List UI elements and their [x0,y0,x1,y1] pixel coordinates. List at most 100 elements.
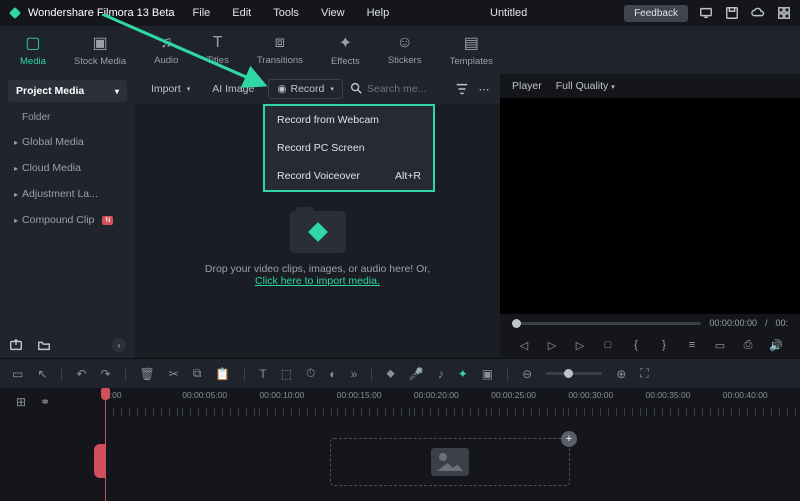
zoom-thumb[interactable] [564,369,573,378]
tab-stock-media[interactable]: ▣Stock Media [74,33,126,67]
timeline-ruler[interactable]: 0:00 00:00:05:00 00:00:10:00 00:00:15:00… [105,388,800,416]
menu-help[interactable]: Help [363,5,394,21]
ruler-mark: 00:00:25:00 [491,388,568,416]
transitions-icon: ⧈ [275,34,285,52]
menu-view[interactable]: View [317,5,349,21]
sidebar-adjustment-layer[interactable]: ▸Adjustment La... [8,181,127,207]
mark-in-button[interactable]: { [629,338,643,352]
import-link[interactable]: Click here to import media. [255,275,380,287]
cut-button[interactable]: ✂ [169,367,179,381]
player-controls: ◁ ▷ ▷ □ { } ≡ ▭ ⎙ 🔊 [500,332,800,358]
tab-transitions[interactable]: ⧈Transitions [257,34,303,66]
sidebar-bottom: ‹ [8,337,126,353]
tabs-bar: ▢Media ▣Stock Media ♫Audio TTitles ⧈Tran… [0,26,800,74]
search-input[interactable] [367,83,447,95]
mic-icon[interactable]: 🎤 [409,367,424,381]
separator [507,367,508,381]
list-icon[interactable]: ≡ [685,338,699,352]
tab-effects[interactable]: ✦Effects [331,33,360,67]
zoom-slider[interactable] [546,372,602,375]
zoom-out-button[interactable]: ⊖ [522,367,532,381]
record-voiceover-item[interactable]: Record VoiceoverAlt+R [265,162,433,190]
snapshot-icon[interactable]: ⎙ [741,338,755,352]
more-tools-icon[interactable]: » [351,367,358,381]
sidebar-project-media[interactable]: Project Media▾ [8,80,127,102]
record-webcam-item[interactable]: Record from Webcam [265,106,433,134]
effects-icon: ✦ [339,33,352,53]
track-add-icon[interactable]: ⊞ [16,395,26,409]
import-button[interactable]: Import▾ [143,80,198,98]
add-clip-button[interactable]: + [561,431,577,447]
feedback-button[interactable]: Feedback [624,5,688,22]
paste-button[interactable]: 📋 [215,367,230,381]
cloud-icon[interactable] [750,5,766,21]
next-frame-button[interactable]: ▷ [573,338,587,352]
sidebar-compound-clip[interactable]: ▸Compound ClipN [8,207,127,233]
time-total: 00: [775,318,788,328]
time-current: 00:00:00:00 [709,318,757,328]
player-header: Player Full Quality ▾ [500,74,800,98]
collapse-sidebar-button[interactable]: ‹ [112,338,126,352]
crop-icon[interactable]: ⬚ [281,367,292,381]
more-icon[interactable]: ⋯ [476,81,492,97]
menu-file[interactable]: File [189,5,215,21]
zoom-in-button[interactable]: ⊕ [616,367,626,381]
prev-frame-button[interactable]: ◁ [517,338,531,352]
sidebar-cloud-media[interactable]: ▸Cloud Media [8,155,127,181]
marker-icon[interactable]: ⬥ [386,366,394,381]
fit-icon[interactable]: ⛶ [640,366,648,381]
ruler-mark: 0:00 [105,388,182,416]
timeline-toolbar: ▭ ↖ ↶ ↷ 🗑 ✂ ⧉ 📋 T ⬚ ⏱ ◐ » ⬥ 🎤 ♪ ✦ ▣ ⊖ ⊕ … [0,358,800,388]
text-icon[interactable]: T [259,367,266,381]
pointer-icon[interactable]: ↖ [37,367,47,381]
scrub-thumb[interactable] [512,319,521,328]
mark-out-button[interactable]: } [657,338,671,352]
monitor-icon[interactable] [698,5,714,21]
tab-titles[interactable]: TTitles [206,34,228,66]
record-screen-item[interactable]: Record PC Screen [265,134,433,162]
music-icon[interactable]: ♪ [438,367,444,381]
chevron-down-icon: ▾ [330,85,334,93]
tab-audio[interactable]: ♫Audio [154,34,178,66]
color-icon[interactable]: ◐ [329,367,336,381]
playhead[interactable] [105,388,106,501]
tab-media[interactable]: ▢Media [20,33,46,67]
sidebar-folder[interactable]: Folder [8,106,127,129]
copy-button[interactable]: ⧉ [193,366,202,381]
keyframe-icon[interactable]: ▣ [482,367,493,381]
volume-icon[interactable]: 🔊 [769,338,783,352]
menu-tools[interactable]: Tools [269,5,303,21]
new-folder-icon[interactable] [36,337,52,353]
tab-stickers[interactable]: ☺Stickers [388,34,422,66]
clip-thumbnail [431,448,469,476]
chevron-right-icon: ▸ [14,216,18,225]
player-viewport [500,98,800,314]
record-button[interactable]: ◉Record▾ [268,79,343,99]
ai-icon[interactable]: ✦ [458,367,468,381]
ai-image-button[interactable]: AI Image [204,80,262,98]
undo-button[interactable]: ↶ [76,367,86,381]
delete-button[interactable]: 🗑 [140,367,155,381]
record-dot-icon: ◉ [277,83,286,95]
empty-clip-placeholder[interactable]: + [330,438,570,486]
quality-selector[interactable]: Full Quality ▾ [556,80,615,92]
sidebar-global-media[interactable]: ▸Global Media [8,129,127,155]
ruler-mark: 00:00:05:00 [182,388,259,416]
separator [61,367,62,381]
stop-button[interactable]: □ [601,338,615,352]
filter-icon[interactable] [454,81,470,97]
speed-icon[interactable]: ⏱ [306,366,315,381]
grid-icon[interactable] [776,5,792,21]
chevron-down-icon: ▾ [115,87,119,96]
play-button[interactable]: ▷ [545,338,559,352]
cursor-icon[interactable]: ▭ [12,367,23,381]
link-icon[interactable]: ⚭ [40,395,50,409]
filmora-icon [8,6,22,20]
fullscreen-icon[interactable]: ▭ [713,338,727,352]
scrub-track[interactable] [512,322,701,325]
tab-templates[interactable]: ▤Templates [450,33,493,67]
save-icon[interactable] [724,5,740,21]
redo-button[interactable]: ↷ [100,367,110,381]
export-icon[interactable] [8,337,24,353]
menu-edit[interactable]: Edit [228,5,255,21]
